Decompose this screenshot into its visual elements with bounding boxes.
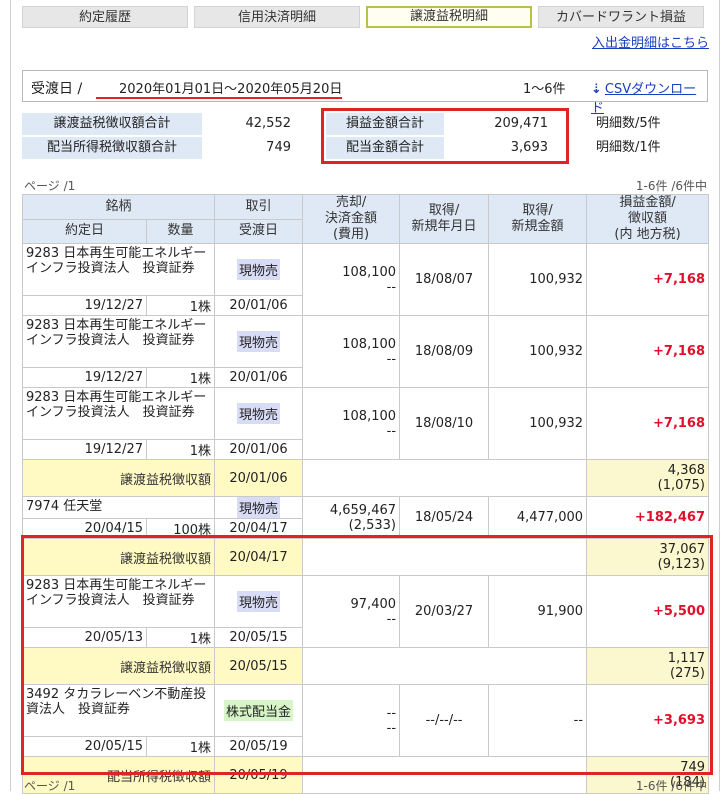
- trade-row: 9283 日本再生可能エネルギーインフラ投資法人 投資証券 現物売 108,100-…: [21, 243, 710, 316]
- tab-margin-settlement[interactable]: 信用決済明細: [194, 6, 360, 28]
- trade-type-badge: 現物売: [237, 403, 281, 424]
- deposit-history-link[interactable]: 入出金明細はこちら: [592, 32, 709, 51]
- sale-amount: 108,100: [342, 408, 397, 424]
- exec-date: 19/12/27: [22, 367, 147, 388]
- footer-page-indicator: ページ /1: [24, 779, 76, 793]
- acq-date: 18/08/10: [399, 387, 490, 460]
- tab-execution-history[interactable]: 約定履歴: [22, 6, 188, 28]
- page-indicator: ページ /1: [24, 179, 76, 193]
- tax-amount: 4,368: [667, 463, 706, 478]
- sale-cost: --: [386, 279, 397, 295]
- trade-row: 9283 日本再生可能エネルギーインフラ投資法人 投資証券 現物売 108,100-…: [21, 387, 710, 460]
- transfer-tax-total-value: 42,552: [245, 116, 292, 131]
- header-sale-amount: 売却/ 決済金額 (費用): [302, 194, 401, 244]
- stock-name: 7974 任天堂: [21, 496, 216, 519]
- trade-type-badge: 現物売: [237, 331, 281, 352]
- profit-loss: +182,467: [586, 496, 710, 539]
- tax-local: (1,075): [657, 478, 706, 493]
- stock-name: 9283 日本再生可能エネルギーインフラ投資法人 投資証券: [21, 315, 216, 368]
- profit-loss: +7,168: [586, 387, 710, 460]
- tab-covered-warrant[interactable]: カバードワラント損益: [538, 6, 704, 28]
- quantity: 1株: [145, 439, 216, 460]
- tax-label: 譲渡益税徴収額: [21, 459, 216, 497]
- result-count: 1～6件: [523, 82, 566, 97]
- acq-date: 18/08/09: [399, 315, 490, 388]
- stock-name: 9283 日本再生可能エネルギーインフラ投資法人 投資証券: [21, 387, 216, 440]
- page-count: 1-6件 /6件中: [635, 179, 707, 193]
- sale-amount-cell: 108,100 --: [302, 315, 401, 388]
- transfer-tax-total-label: 譲渡益税徴収額合計: [22, 113, 202, 135]
- quantity: 1株: [145, 367, 216, 388]
- header-qty: 数量: [145, 218, 216, 244]
- tax-date: 20/01/06: [214, 459, 304, 497]
- quantity: 1株: [145, 295, 216, 316]
- acq-amount: 100,932: [488, 243, 588, 316]
- header-acq-amount: 取得/ 新規金額: [488, 194, 588, 244]
- trade-type-badge: 現物売: [237, 259, 281, 280]
- sale-cost: --: [386, 423, 397, 439]
- header-trade: 取引: [214, 194, 304, 220]
- left-frame-border: [10, 0, 11, 791]
- sale-amount-cell: 108,100 --: [302, 243, 401, 316]
- tax-row: 譲渡益税徴収額 20/01/06 4,368 (1,075): [21, 459, 710, 497]
- detail-count-2: 明細数/1件: [596, 140, 661, 155]
- exec-date: 19/12/27: [22, 439, 147, 460]
- sale-amount: 108,100: [342, 336, 397, 352]
- settle-date: 20/01/06: [214, 295, 304, 316]
- settle-date-label: 受渡日 /: [31, 81, 83, 97]
- tab-bar: 約定履歴 信用決済明細 譲渡益税明細 カバードワラント損益: [22, 6, 704, 28]
- acq-amount: 4,477,000: [488, 496, 588, 539]
- profit-loss: +7,168: [586, 315, 710, 388]
- right-frame-border: [719, 0, 720, 791]
- profit-loss: +7,168: [586, 243, 710, 316]
- summary-highlight-box: [321, 108, 569, 164]
- header-pl: 損益金額/ 徴収額 (内 地方税): [586, 194, 710, 244]
- sale-cost: --: [386, 351, 397, 367]
- trade-type-badge: 現物売: [237, 497, 281, 518]
- recent-rows-highlight-box: [21, 535, 713, 775]
- sale-amount-cell: 108,100 --: [302, 387, 401, 460]
- csv-download-link[interactable]: ⇣ CSVダウンロード: [591, 78, 707, 116]
- header-settle-date: 受渡日: [214, 218, 304, 244]
- acq-amount: 100,932: [488, 387, 588, 460]
- tab-capital-gains-tax[interactable]: 譲渡益税明細: [366, 6, 532, 28]
- sale-amount-cell: 4,659,467 (2,533): [302, 496, 401, 539]
- tax-amount-cell: 4,368 (1,075): [586, 459, 710, 497]
- trade-row: 9283 日本再生可能エネルギーインフラ投資法人 投資証券 現物売 108,100-…: [21, 315, 710, 388]
- download-arrow-icon: ⇣: [591, 82, 602, 97]
- header-acq-date: 取得/ 新規年月日: [399, 194, 490, 244]
- date-range: 2020年01月01日～2020年05月20日: [119, 82, 343, 97]
- footer-page-count: 1-6件 /6件中: [635, 779, 707, 793]
- header-stock: 銘柄: [21, 194, 216, 220]
- settle-date: 20/01/06: [214, 439, 304, 460]
- stock-name: 9283 日本再生可能エネルギーインフラ投資法人 投資証券: [21, 243, 216, 296]
- detail-count-1: 明細数/5件: [596, 116, 661, 131]
- exec-date: 19/12/27: [22, 295, 147, 316]
- sale-amount: 108,100: [342, 264, 397, 280]
- acq-date: 18/08/07: [399, 243, 490, 316]
- dividend-tax-total-label: 配当所得税徴収額合計: [22, 137, 202, 159]
- trade-row: 7974 任天堂 現物売 4,659,467 (2,533) 18/05/24 4,477…: [21, 496, 710, 539]
- date-range-highlight: [96, 97, 342, 99]
- settle-date: 20/01/06: [214, 367, 304, 388]
- sale-cost: (2,533): [348, 517, 397, 533]
- acq-date: 18/05/24: [399, 496, 490, 539]
- header-exec-date: 約定日: [22, 218, 147, 244]
- dividend-tax-total-value: 749: [266, 140, 291, 155]
- acq-amount: 100,932: [488, 315, 588, 388]
- sale-amount: 4,659,467: [329, 502, 397, 518]
